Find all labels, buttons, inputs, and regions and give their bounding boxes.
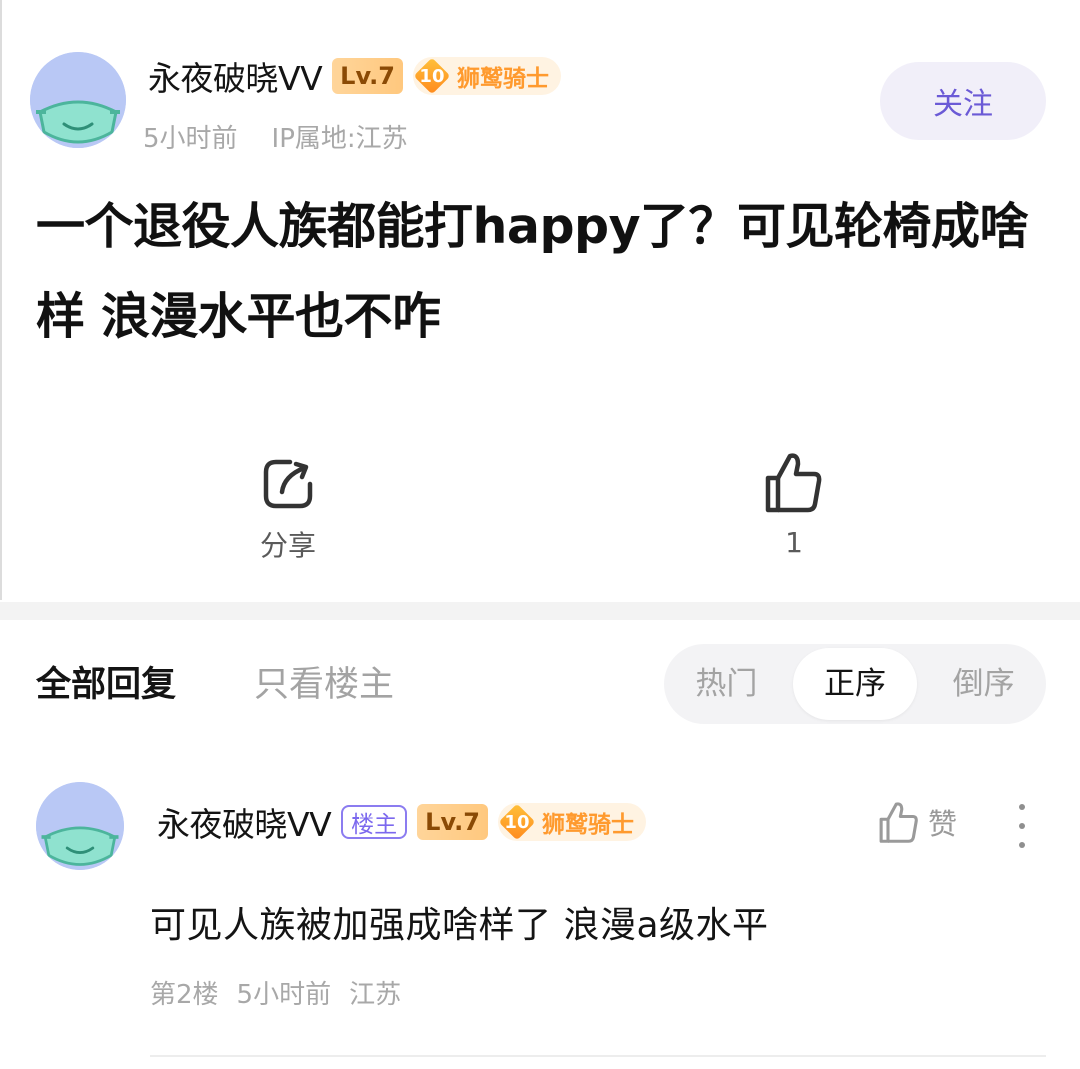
badge-diamond-icon: 10 — [413, 57, 451, 95]
owner-badge: 楼主 — [341, 805, 408, 839]
share-label: 分享 — [259, 529, 316, 562]
reply-author-row: 永夜破晓VV 楼主 Lv.7 10 狮鹫骑士 — [157, 800, 646, 844]
badge-number: 10 — [504, 811, 530, 833]
sort-hot[interactable]: 热门 — [664, 648, 789, 720]
reply-author-avatar[interactable] — [36, 782, 124, 870]
masked-face-avatar-icon — [30, 52, 126, 148]
like-count: 1 — [785, 526, 803, 559]
post-author-row: 永夜破晓VV Lv.7 10 狮鹫骑士 — [148, 52, 561, 100]
post-time: 5小时前 — [143, 124, 238, 154]
sort-descending[interactable]: 倒序 — [921, 648, 1046, 720]
sort-segmented-control: 热门 正序 倒序 — [664, 644, 1046, 724]
reply-like-button[interactable]: 赞 — [878, 800, 957, 844]
share-icon — [263, 459, 313, 509]
level-badge: Lv.7 — [332, 58, 403, 94]
sort-ascending[interactable]: 正序 — [792, 648, 918, 720]
badge-diamond-icon: 10 — [498, 803, 536, 841]
reply-like-label: 赞 — [928, 807, 958, 841]
thumbs-up-icon — [879, 802, 918, 843]
title-badge: 10 狮鹫骑士 — [412, 57, 561, 95]
post-author-name[interactable]: 永夜破晓VV — [148, 52, 323, 100]
tab-all-replies[interactable]: 全部回复 — [36, 656, 176, 707]
post-ip-location: IP属地:江苏 — [271, 124, 408, 154]
reply-divider — [150, 1055, 1046, 1057]
badge-number: 10 — [419, 65, 445, 87]
post-meta: 5小时前 IP属地:江苏 — [143, 118, 408, 155]
follow-button[interactable]: 关注 — [880, 62, 1046, 140]
reply-meta: 第2楼 5小时前 江苏 — [150, 974, 401, 1011]
reply-floor: 第2楼 — [150, 980, 219, 1010]
tab-owner-only[interactable]: 只看楼主 — [254, 656, 394, 707]
post-author-avatar[interactable] — [30, 52, 126, 148]
reply-time: 5小时前 — [236, 980, 332, 1010]
like-button[interactable]: 1 — [744, 450, 844, 559]
left-edge-line — [0, 0, 2, 600]
more-vertical-icon[interactable] — [1012, 804, 1032, 848]
level-badge: Lv.7 — [417, 804, 488, 840]
title-badge-label: 狮鹫骑士 — [541, 812, 634, 838]
title-badge-label: 狮鹫骑士 — [456, 66, 549, 92]
reply-location: 江苏 — [349, 980, 402, 1010]
reply-author-name[interactable]: 永夜破晓VV — [157, 798, 332, 846]
section-divider — [0, 602, 1080, 620]
share-button[interactable]: 分享 — [238, 456, 338, 564]
masked-face-avatar-icon — [36, 782, 124, 870]
reply-content: 可见人族被加强成啥样了 浪漫a级水平 — [150, 905, 769, 946]
title-badge: 10 狮鹫骑士 — [497, 803, 646, 841]
post-detail-page: 永夜破晓VV Lv.7 10 狮鹫骑士 5小时前 IP属地:江苏 关注 一个退役… — [0, 0, 1080, 1069]
thumbs-up-icon — [765, 453, 822, 513]
post-title: 一个退役人族都能打happy了？可见轮椅成啥样 浪漫水平也不咋 — [36, 198, 1029, 345]
